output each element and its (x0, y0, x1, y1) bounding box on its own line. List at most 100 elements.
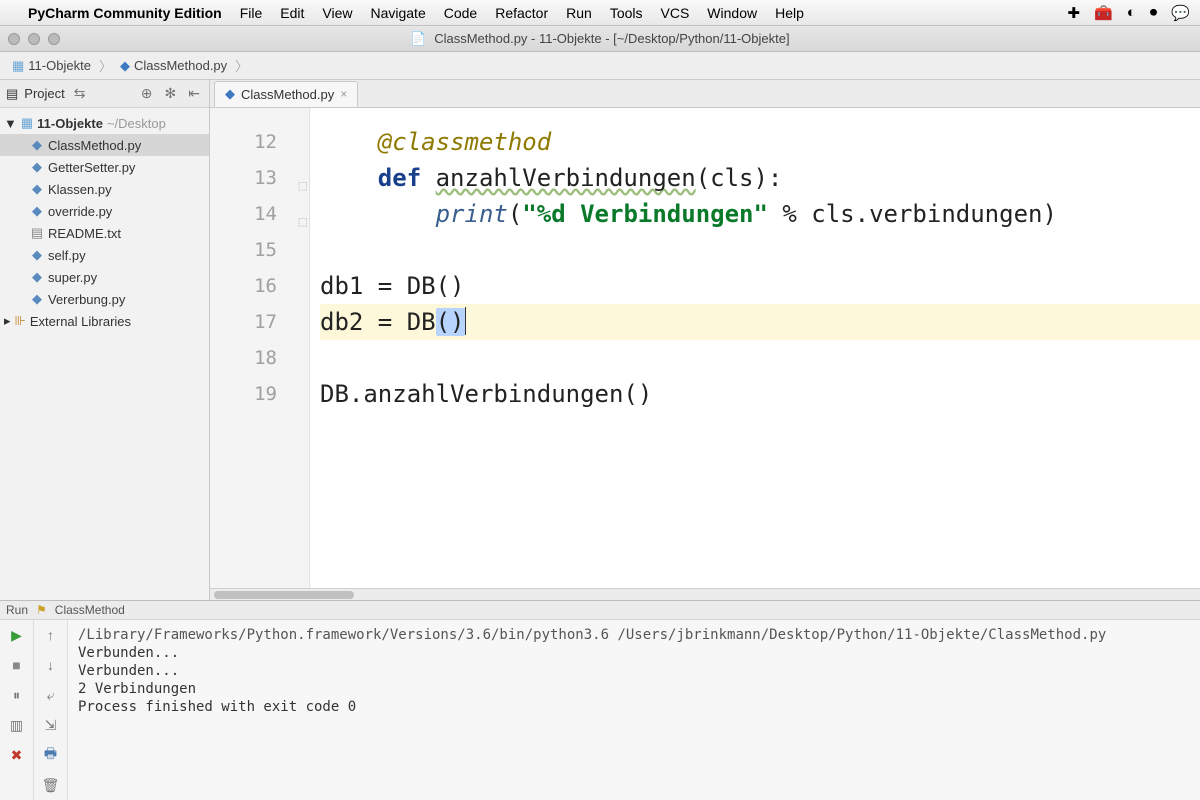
close-run-button[interactable]: ✖ (6, 744, 28, 766)
status-icon[interactable]: ◐ (1127, 4, 1136, 21)
console-output[interactable]: /Library/Frameworks/Python.framework/Ver… (68, 620, 1200, 800)
status-icon[interactable]: ✚ (1067, 4, 1080, 22)
line-number[interactable]: 19 (210, 376, 277, 412)
breadcrumb-sep-icon: 〉 (235, 56, 248, 75)
menu-run[interactable]: Run (566, 5, 592, 21)
line-number[interactable]: 17 (210, 304, 277, 340)
breadcrumb: ▦ 11-Objekte 〉 ◆ ClassMethod.py 〉 (0, 52, 1200, 80)
tree-external-libs[interactable]: ▸ ⊪ External Libraries (0, 310, 209, 332)
tree-root[interactable]: ▼ ▦ 11-Objekte ~/Desktop (0, 112, 209, 134)
menu-refactor[interactable]: Refactor (495, 5, 548, 21)
tree-file-label: Vererbung.py (48, 292, 125, 307)
app-name[interactable]: PyCharm Community Edition (28, 5, 222, 21)
tree-file[interactable]: ◆self.py (0, 244, 209, 266)
code-line[interactable]: DB.anzahlVerbindungen() (320, 376, 1200, 412)
minimize-window-icon[interactable] (28, 33, 40, 45)
code-area[interactable]: @classmethod def anzahlVerbindungen(cls)… (310, 108, 1200, 588)
gear-icon[interactable]: ✻ (162, 85, 180, 102)
project-tree[interactable]: ▼ ▦ 11-Objekte ~/Desktop ◆ClassMethod.py… (0, 108, 209, 336)
tree-file-label: GetterSetter.py (48, 160, 135, 175)
tree-file-label: self.py (48, 248, 86, 263)
code-line[interactable] (320, 232, 1200, 268)
status-icon[interactable]: 🧰 (1094, 4, 1113, 22)
stop-button[interactable]: ■ (6, 654, 28, 676)
tree-file[interactable]: ◆super.py (0, 266, 209, 288)
code-line[interactable]: db1 = DB() (320, 268, 1200, 304)
editor-tab[interactable]: ◆ ClassMethod.py × (214, 81, 358, 107)
tree-file[interactable]: ▤README.txt (0, 222, 209, 244)
expand-icon[interactable]: ▼ (4, 116, 17, 131)
hide-icon[interactable]: ⇤ (185, 85, 203, 102)
tree-file[interactable]: ◆override.py (0, 200, 209, 222)
collapse-icon[interactable]: ⇆ (71, 85, 89, 102)
menu-code[interactable]: Code (444, 5, 477, 21)
run-label[interactable]: Run (6, 603, 28, 617)
python-file-icon: ◆ (120, 58, 130, 74)
menu-view[interactable]: View (322, 5, 352, 21)
up-stack-button[interactable]: ↑ (40, 624, 62, 646)
scroll-end-button[interactable]: ⇲ (40, 714, 62, 736)
project-sidebar: ▤ Project ⇆ ⊕ ✻ ⇤ ▼ ▦ 11-Objekte ~/Deskt… (0, 80, 210, 600)
line-number[interactable]: 13 (210, 160, 277, 196)
expand-icon[interactable]: ▸ (4, 313, 11, 329)
run-header: Run ⚑ ClassMethod (0, 601, 1200, 620)
close-tab-icon[interactable]: × (340, 87, 347, 101)
tree-file-label: ClassMethod.py (48, 138, 141, 153)
tree-file[interactable]: ◆ClassMethod.py (0, 134, 209, 156)
project-tool-icon[interactable]: ▤ (6, 86, 18, 102)
code-line[interactable]: db2 = DB() (320, 304, 1200, 340)
gutter[interactable]: 1213141516171819 ⬚ ⬚ (210, 108, 310, 588)
editor-tabs: ◆ ClassMethod.py × (210, 80, 1200, 108)
dump-button[interactable]: ▥ (6, 714, 28, 736)
horizontal-scrollbar[interactable] (210, 588, 1200, 600)
library-icon: ⊪ (15, 313, 26, 329)
line-number[interactable]: 14 (210, 196, 277, 232)
breadcrumb-folder-label: 11-Objekte (28, 58, 91, 73)
scrollbar-thumb[interactable] (214, 591, 354, 599)
project-tool-label[interactable]: Project (24, 86, 64, 101)
zoom-window-icon[interactable] (48, 33, 60, 45)
target-icon[interactable]: ⊕ (138, 85, 156, 102)
line-number[interactable]: 15 (210, 232, 277, 268)
breadcrumb-file-label: ClassMethod.py (134, 58, 227, 73)
run-config-name[interactable]: ClassMethod (55, 603, 125, 617)
down-stack-button[interactable]: ↓ (40, 654, 62, 676)
project-tool-header: ▤ Project ⇆ ⊕ ✻ ⇤ (0, 80, 209, 108)
tree-file[interactable]: ◆Klassen.py (0, 178, 209, 200)
trash-button[interactable]: 🗑 (40, 774, 62, 796)
override-marker-icon[interactable]: ⬚ (293, 204, 307, 218)
soft-wrap-button[interactable]: ⤶ (40, 684, 62, 706)
python-file-icon: ◆ (30, 269, 44, 285)
rerun-button[interactable]: ▶ (6, 624, 28, 646)
line-number[interactable]: 16 (210, 268, 277, 304)
status-icon[interactable]: 💬 (1171, 4, 1190, 22)
status-icon[interactable]: ⏺ (1150, 4, 1158, 21)
code-line[interactable] (320, 340, 1200, 376)
menu-vcs[interactable]: VCS (661, 5, 690, 21)
menu-tools[interactable]: Tools (610, 5, 643, 21)
print-button[interactable]: 🖶 (40, 744, 62, 766)
menu-help[interactable]: Help (775, 5, 804, 21)
code-line[interactable]: @classmethod (320, 124, 1200, 160)
text-file-icon: ▤ (30, 225, 44, 241)
tree-file[interactable]: ◆Vererbung.py (0, 288, 209, 310)
breadcrumb-folder[interactable]: ▦ 11-Objekte (8, 56, 95, 76)
menu-window[interactable]: Window (707, 5, 757, 21)
editor-body[interactable]: 1213141516171819 ⬚ ⬚ @classmethod def anza… (210, 108, 1200, 588)
override-marker-icon[interactable]: ⬚ (293, 168, 307, 182)
code-line[interactable]: def anzahlVerbindungen(cls): (320, 160, 1200, 196)
code-line[interactable]: print("%d Verbindungen" % cls.verbindung… (320, 196, 1200, 232)
line-number[interactable]: 12 (210, 124, 277, 160)
menu-navigate[interactable]: Navigate (370, 5, 425, 21)
python-file-icon: 📄 (410, 31, 426, 46)
line-number[interactable]: 18 (210, 340, 277, 376)
menu-edit[interactable]: Edit (280, 5, 304, 21)
window-controls[interactable] (8, 33, 60, 45)
pause-button[interactable]: ⏸ (6, 684, 28, 706)
python-file-icon: ◆ (30, 203, 44, 219)
python-file-icon: ◆ (30, 181, 44, 197)
tree-file[interactable]: ◆GetterSetter.py (0, 156, 209, 178)
menu-file[interactable]: File (240, 5, 263, 21)
close-window-icon[interactable] (8, 33, 20, 45)
breadcrumb-file[interactable]: ◆ ClassMethod.py (116, 56, 231, 76)
